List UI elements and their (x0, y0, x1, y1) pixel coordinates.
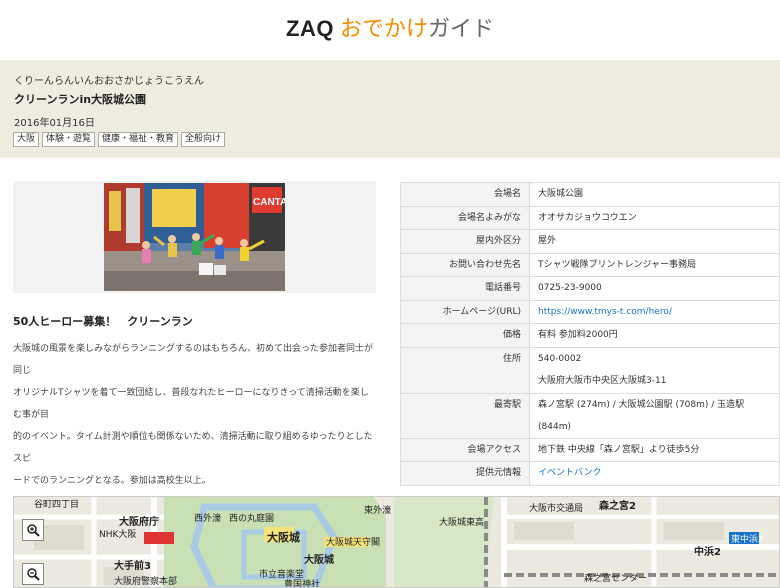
info-value: オオサカジョウコウエン (529, 205, 780, 230)
info-row-contact: お問い合わせ先名 Tシャツ戦隊プリントレンジャー事務局 (400, 252, 780, 277)
event-photo-frame: CANTA (13, 181, 376, 293)
map-label: 東中浜2 (731, 535, 764, 545)
info-label: お問い合わせ先名 (400, 252, 530, 277)
map-zoom-in-button[interactable] (22, 519, 44, 541)
station-list: 森ノ宮駅 (274m) / 大阪城公園駅 (708m) / 玉造駅 (538, 399, 745, 410)
info-label: 屋内外区分 (400, 229, 530, 254)
info-label: ホームページ(URL) (400, 299, 530, 324)
map-label: 東外濠 (364, 506, 392, 516)
info-row-price: 価格 有料 参加料2000円 (400, 323, 780, 348)
map-label: 大阪府庁 (119, 517, 159, 528)
event-description-text: 大阪城の風景を楽しみながらランニングするのはもちろん、初めて出会った参加者同士が… (13, 338, 376, 492)
venue-map[interactable]: 谷町四丁目 大阪府庁 NHK大阪 大手前3 大阪府警察本部 西外濠 西の丸庭園 … (13, 496, 780, 588)
info-row-indoor-outdoor: 屋内外区分 屋外 (400, 229, 780, 254)
postal-code: 540-0002 (538, 353, 582, 364)
info-value: 大阪城公園 (529, 182, 780, 207)
map-label: 大阪府警察本部 (114, 577, 178, 587)
info-value: 屋外 (529, 229, 780, 254)
event-header: くりーんらんいんおおさかじょうこうえん クリーンランin大阪城公園 2016年0… (0, 60, 780, 158)
info-value: 森ノ宮駅 (274m) / 大阪城公園駅 (708m) / 玉造駅 (844m) (529, 392, 780, 439)
category-tags: 大阪 体験・遊覧 健康・福祉・教育 全般向け (13, 132, 226, 147)
info-row-address: 住所 540-0002 大阪府大阪市中央区大阪城3-11 (400, 346, 780, 394)
description-line: ードでのランニングとなる。参加は高校生以上。 (13, 476, 211, 486)
map-label: 大阪城天守閣 (326, 538, 381, 548)
map-label: 大阪市交通局 (529, 504, 584, 514)
zoom-in-icon (27, 524, 40, 537)
map-zoom-out-button[interactable] (22, 563, 44, 585)
description-line: オリジナルTシャツを着て一致団結し、普段なれたヒーローになりきって清掃活動を楽し… (13, 388, 369, 420)
station-list-cont: (844m) (538, 421, 571, 432)
site-logo[interactable]: ZAQ おでかけガイド (0, 15, 780, 44)
info-row-venue: 会場名 大阪城公園 (400, 182, 780, 207)
info-row-source: 提供元情報 イベントバンク (400, 461, 780, 486)
map-label: 大阪城 (304, 555, 334, 566)
logo-zaq: ZAQ (286, 16, 334, 41)
map-label: 豊国神社 (284, 580, 321, 588)
event-date: 2016年01月16日 (14, 118, 95, 129)
map-label: NHK大阪 (99, 530, 137, 540)
info-row-homepage: ホームページ(URL) https://www.tmys-t.com/hero/ (400, 299, 780, 324)
info-value: Tシャツ戦隊プリントレンジャー事務局 (529, 252, 780, 277)
homepage-link[interactable]: https://www.tmys-t.com/hero/ (538, 307, 672, 317)
logo-odekake: おでかけ (339, 17, 428, 42)
event-title: クリーンランin大阪城公園 (14, 93, 147, 106)
event-description: 50人ヒーロー募集！ クリーンラン 大阪城の風景を楽しみながらランニングするのは… (13, 313, 376, 492)
photo-sign-text: CANTA (253, 197, 285, 208)
info-label: 会場アクセス (400, 437, 530, 462)
event-info-table: 会場名 大阪城公園 会場名よみがな オオサカジョウコウエン 屋内外区分 屋外 お… (400, 182, 780, 486)
category-tag[interactable]: 大阪 (13, 132, 40, 147)
info-label: 電話番号 (400, 276, 530, 301)
logo-guide: ガイド (427, 17, 494, 42)
info-value: 0725-23-9000 (529, 276, 780, 301)
info-label: 価格 (400, 323, 530, 348)
category-tag[interactable]: 健康・福祉・教育 (98, 132, 179, 147)
event-photo-image: CANTA (104, 183, 285, 291)
info-label: 会場名 (400, 182, 530, 207)
source-link[interactable]: イベントバンク (538, 468, 601, 478)
description-line: 的のイベント。タイム計測や順位も関係ないため、清掃活動に取り組めるゆったりとした… (13, 432, 373, 464)
event-catchphrase: 50人ヒーロー募集！ クリーンラン (13, 315, 193, 328)
description-line: 大阪城の風景を楽しみながらランニングするのはもちろん、初めて出会った参加者同士が… (13, 344, 374, 376)
info-row-access: 会場アクセス 地下鉄 中央線「森ノ宮駅」より徒歩5分 (400, 437, 780, 462)
map-label: 森之宮2 (599, 501, 636, 512)
map-label: 大阪城東高 (439, 518, 485, 528)
info-label: 会場名よみがな (400, 205, 530, 230)
event-photo[interactable]: CANTA (104, 183, 285, 291)
map-label: 西外濠 (194, 514, 222, 524)
info-value: 地下鉄 中央線「森ノ宮駅」より徒歩5分 (529, 437, 780, 462)
info-label: 住所 (400, 346, 530, 394)
info-label: 提供元情報 (400, 461, 530, 486)
map-label: 森之宮センター (584, 574, 648, 584)
event-title-reading: くりーんらんいんおおさかじょうこうえん (14, 76, 204, 87)
category-tag[interactable]: 体験・遊覧 (42, 132, 96, 147)
category-tag[interactable]: 全般向け (181, 132, 226, 147)
info-value: 540-0002 大阪府大阪市中央区大阪城3-11 (529, 346, 780, 394)
map-label: 中浜2 (694, 547, 721, 558)
info-row-phone: 電話番号 0725-23-9000 (400, 276, 780, 301)
info-label: 最寄駅 (400, 392, 530, 439)
info-row-nearest-station: 最寄駅 森ノ宮駅 (274m) / 大阪城公園駅 (708m) / 玉造駅 (8… (400, 392, 780, 439)
map-label: 西の丸庭園 (229, 514, 275, 524)
address-text: 大阪府大阪市中央区大阪城3-11 (538, 376, 667, 386)
site-header: ZAQ おでかけガイド (0, 0, 780, 60)
map-label-osaka-castle: 大阪城 (267, 531, 300, 544)
info-row-venue-reading: 会場名よみがな オオサカジョウコウエン (400, 205, 780, 230)
map-label: 谷町四丁目 (34, 500, 80, 510)
info-value: 有料 参加料2000円 (529, 323, 780, 348)
map-label: 大手前3 (114, 561, 151, 572)
zoom-out-icon (27, 568, 40, 581)
